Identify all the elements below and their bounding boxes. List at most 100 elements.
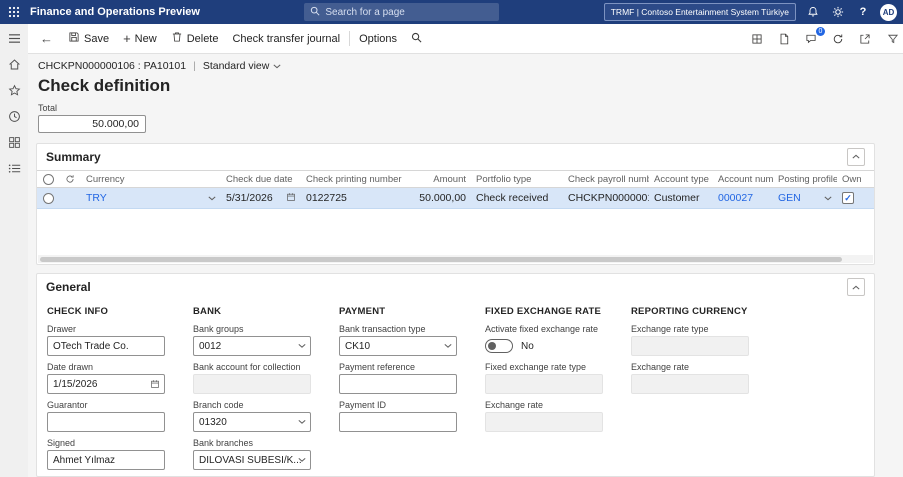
trash-icon (171, 31, 183, 46)
open-in-new-icon[interactable] (857, 31, 873, 47)
account-type-cell[interactable]: Customer (649, 192, 713, 204)
calendar-icon[interactable] (286, 192, 296, 205)
branch-code-label: Branch code (193, 400, 244, 410)
portfolio-type-cell[interactable]: Check received (471, 192, 563, 204)
search-icon (310, 6, 320, 19)
page-title: Check definition (38, 76, 171, 95)
branch-code-field[interactable]: 01320 (193, 412, 311, 432)
exchange-rate-label: Exchange rate (485, 400, 544, 410)
bank-groups-field[interactable]: 0012 (193, 336, 311, 356)
options-tab[interactable]: Options (352, 24, 404, 53)
chevron-down-icon[interactable] (208, 192, 216, 204)
menu-icon[interactable] (6, 30, 22, 46)
total-field[interactable]: 50.000,00 (38, 115, 146, 133)
col-portfolio-type[interactable]: Portfolio type (471, 174, 563, 185)
col-check-payroll-number[interactable]: Check payroll number (563, 174, 649, 185)
own-checkbox[interactable]: ✓ (842, 192, 854, 205)
divider (349, 31, 351, 46)
save-floppy-icon (68, 31, 80, 46)
messages-icon[interactable]: 0 (803, 26, 825, 47)
group-payment: PAYMENT Bank transaction type CK10 Payme… (339, 302, 485, 476)
group-reporting-currency: REPORTING CURRENCY Exchange rate type Ex… (631, 302, 777, 476)
chevron-down-icon[interactable] (298, 420, 306, 425)
toggle-state-label: No (521, 340, 534, 352)
favorites-star-icon[interactable] (6, 82, 22, 98)
filter-funnel-icon[interactable] (885, 31, 901, 47)
collapse-summary-button[interactable] (847, 147, 865, 166)
col-account-type[interactable]: Account type (649, 174, 713, 185)
date-drawn-field[interactable]: 1/15/2026 (47, 374, 165, 394)
payment-reference-field[interactable] (339, 374, 457, 394)
avatar[interactable]: AD (879, 3, 897, 21)
modules-list-icon[interactable] (6, 160, 22, 176)
group-fixed-exchange-rate: FIXED EXCHANGE RATE Activate fixed excha… (485, 302, 631, 476)
reporting-exchange-rate-type-field (631, 336, 749, 356)
amount-cell[interactable]: 50.000,00 (413, 192, 471, 204)
refresh-icon[interactable] (830, 31, 846, 47)
home-icon[interactable] (6, 56, 22, 72)
col-account-number[interactable]: Account number (713, 174, 773, 185)
scrollbar-thumb[interactable] (40, 257, 842, 263)
attachments-icon[interactable] (776, 31, 792, 47)
check-due-date-cell[interactable]: 5/31/2026 (226, 192, 273, 204)
chevron-down-icon[interactable] (824, 192, 832, 204)
calendar-icon[interactable] (150, 379, 160, 389)
account-number-link[interactable]: 000027 (718, 192, 753, 204)
app-launcher-icon[interactable] (0, 0, 28, 24)
payment-id-label: Payment ID (339, 400, 387, 410)
view-selector[interactable]: Standard view (203, 60, 282, 72)
notification-badge: 0 (816, 26, 825, 36)
col-check-due-date[interactable]: Check due date (221, 174, 301, 185)
global-search-box[interactable]: Search for a page (304, 3, 500, 21)
col-posting-profile[interactable]: Posting profile (773, 174, 837, 185)
save-button[interactable]: Save (61, 24, 116, 53)
check-printing-number-cell[interactable]: 0122725 (301, 192, 413, 204)
reporting-exchange-rate-label: Exchange rate (631, 362, 690, 372)
activate-fixed-exchange-rate-toggle[interactable] (485, 339, 513, 353)
office-grid-icon[interactable] (749, 31, 765, 47)
currency-cell[interactable]: TRY (86, 192, 107, 204)
help-icon[interactable]: ? (855, 4, 871, 20)
bank-transaction-type-field[interactable]: CK10 (339, 336, 457, 356)
posting-profile-link[interactable]: GEN (778, 192, 801, 204)
bank-transaction-type-label: Bank transaction type (339, 324, 426, 334)
check-transfer-journal-button[interactable]: Check transfer journal (225, 24, 347, 53)
reporting-exchange-rate-field (631, 374, 749, 394)
environment-badge[interactable]: TRMF | Contoso Entertainment System Türk… (603, 3, 796, 21)
workspaces-icon[interactable] (6, 134, 22, 150)
signed-field[interactable]: Ahmet Yılmaz (47, 450, 165, 470)
check-payroll-number-cell[interactable]: CHCKPN000000106 (563, 192, 649, 204)
grid-refresh-icon[interactable] (59, 174, 81, 184)
chevron-down-icon[interactable] (298, 458, 306, 463)
settings-gear-icon[interactable] (830, 4, 846, 20)
col-own[interactable]: Own (837, 174, 867, 185)
collapse-general-button[interactable] (847, 278, 865, 296)
chevron-down-icon[interactable] (444, 344, 452, 349)
summary-section: Summary Currency Check due date Check pr… (36, 142, 875, 265)
back-button[interactable]: ← (32, 24, 61, 53)
reporting-exchange-rate-type-label: Exchange rate type (631, 324, 709, 334)
bank-branches-field[interactable]: DILOVASI SUBESI/K... (193, 450, 311, 470)
notifications-bell-icon[interactable] (805, 4, 821, 20)
new-button[interactable]: + New (116, 24, 164, 53)
chevron-down-icon[interactable] (298, 344, 306, 349)
col-currency[interactable]: Currency (81, 174, 221, 185)
payment-id-field[interactable] (339, 412, 457, 432)
drawer-field[interactable]: OTech Trade Co. (47, 336, 165, 356)
summary-row-selected[interactable]: TRY 5/31/2026 0122725 50.000,00 Check re… (37, 188, 874, 209)
recent-clock-icon[interactable] (6, 108, 22, 124)
select-all-radio[interactable] (42, 173, 54, 185)
app-window: Finance and Operations Preview Search fo… (0, 0, 903, 477)
horizontal-scrollbar[interactable] (38, 255, 873, 263)
delete-button[interactable]: Delete (164, 24, 226, 53)
signed-label: Signed (47, 438, 76, 448)
row-select-radio[interactable] (42, 192, 54, 204)
search-placeholder: Search for a page (325, 6, 405, 18)
guarantor-field[interactable] (47, 412, 165, 432)
activate-fixed-exchange-rate-label: Activate fixed exchange rate (485, 324, 599, 334)
action-search-button[interactable] (404, 24, 429, 53)
col-amount[interactable]: Amount (413, 174, 471, 185)
date-drawn-label: Date drawn (47, 362, 94, 372)
col-check-printing-number[interactable]: Check printing number (301, 174, 413, 185)
app-title[interactable]: Finance and Operations Preview (30, 6, 200, 18)
